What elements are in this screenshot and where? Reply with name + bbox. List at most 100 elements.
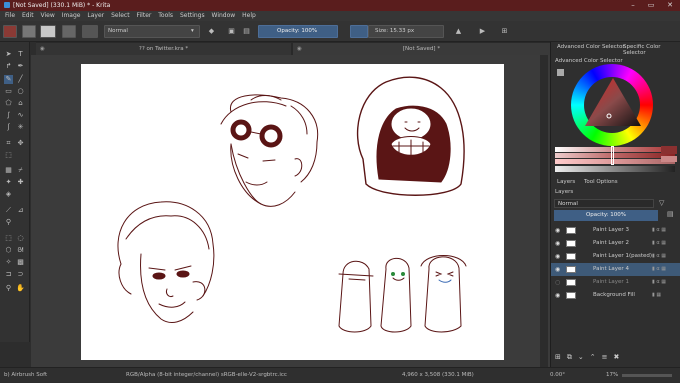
- polyline-tool-icon[interactable]: ⌂: [16, 99, 25, 108]
- layer-row-selected[interactable]: ◉ Paint Layer 4 ▮ α ▦: [551, 263, 680, 276]
- minimize-button[interactable]: –: [624, 0, 642, 11]
- similar-select-icon[interactable]: ▩: [16, 258, 25, 267]
- assistant-tool-icon[interactable]: ⟋: [4, 206, 13, 215]
- line-tool-icon[interactable]: ╱: [16, 75, 25, 84]
- menu-window[interactable]: Window: [212, 11, 236, 21]
- layer-menu-icon[interactable]: ▤: [667, 210, 677, 221]
- menu-file[interactable]: File: [5, 11, 15, 21]
- menu-edit[interactable]: Edit: [22, 11, 34, 21]
- move-down-icon[interactable]: ⌄: [578, 353, 590, 361]
- layer-lock-icon[interactable]: ▮ ▦: [652, 289, 661, 302]
- menu-filter[interactable]: Filter: [137, 11, 152, 21]
- layer-lock-icon[interactable]: ▮ α ▦: [652, 250, 666, 263]
- pan-tool-icon[interactable]: ✋: [16, 284, 25, 293]
- size-slider[interactable]: Size: 15.33 px: [368, 25, 444, 38]
- wrap-icon[interactable]: ⊞: [500, 27, 509, 36]
- menu-view[interactable]: View: [41, 11, 55, 21]
- blend-mode-select[interactable]: Normal ▾: [104, 25, 200, 38]
- layer-row[interactable]: ◉ Background Fill ▮ ▦: [551, 289, 680, 302]
- tab-specific-color-selector[interactable]: Specific Color Selector: [623, 44, 680, 56]
- visibility-eye-icon[interactable]: ◉: [555, 250, 560, 263]
- visibility-eye-icon[interactable]: ◉: [555, 263, 560, 276]
- transform-tool-icon[interactable]: ⬚: [4, 151, 13, 160]
- rectangle-tool-icon[interactable]: ▭: [4, 87, 13, 96]
- layer-row[interactable]: ◉ Paint Layer 2 ▮ α ▦: [551, 237, 680, 250]
- polygon-select-icon[interactable]: ⬡: [4, 246, 13, 255]
- slider-handle[interactable]: [611, 146, 614, 165]
- saturation-slider[interactable]: [555, 153, 675, 158]
- move-tool-icon[interactable]: ✥: [16, 139, 25, 148]
- foreground-color-swatch[interactable]: [22, 25, 36, 38]
- eraser-icon[interactable]: ◆: [207, 27, 216, 36]
- menu-settings[interactable]: Settings: [180, 11, 205, 21]
- tab-not-saved[interactable]: ◉ [Not Saved] *: [293, 43, 550, 55]
- vertical-scrollbar[interactable]: [540, 55, 548, 367]
- text-tool-icon[interactable]: T: [16, 50, 25, 59]
- close-button[interactable]: ✕: [661, 0, 679, 11]
- edit-shape-icon[interactable]: ↱: [4, 62, 13, 71]
- zoom-tool-icon[interactable]: ⚲: [4, 284, 13, 293]
- visibility-eye-icon[interactable]: ◉: [555, 289, 560, 302]
- calligraphy-icon[interactable]: ✒: [16, 62, 25, 71]
- freehand-brush-icon[interactable]: ✎: [4, 75, 13, 84]
- move-up-icon[interactable]: ⌃: [590, 353, 602, 361]
- previous-color-swatch[interactable]: [661, 156, 677, 162]
- canvas-document[interactable]: [81, 64, 504, 360]
- color-picker-icon[interactable]: ⌿: [16, 166, 25, 175]
- brush-preset-button[interactable]: [82, 25, 98, 38]
- multibrush-icon[interactable]: ✳: [16, 123, 25, 132]
- add-layer-icon[interactable]: ⊞: [555, 353, 567, 361]
- filter-icon[interactable]: ▽: [659, 199, 668, 208]
- select-shape-icon[interactable]: ➤: [4, 50, 13, 59]
- layer-lock-icon[interactable]: ▮ α ▦: [652, 237, 666, 250]
- layer-row[interactable]: ◉ Paint Layer 3 ▮ α ▦: [551, 224, 680, 237]
- freehand-path-icon[interactable]: ∿: [16, 111, 25, 120]
- reference-tool-icon[interactable]: ⚲: [4, 218, 13, 227]
- gradient-tool-icon[interactable]: ▦: [4, 166, 13, 175]
- crop-tool-icon[interactable]: ⌗: [4, 139, 13, 148]
- polygon-tool-icon[interactable]: ⬠: [4, 99, 13, 108]
- menu-help[interactable]: Help: [242, 11, 256, 21]
- tab-advanced-color-selector[interactable]: Advanced Color Selector: [557, 44, 625, 50]
- color-triangle[interactable]: [581, 74, 645, 134]
- layer-lock-icon[interactable]: ▮ α ▦: [652, 276, 666, 289]
- layer-opacity-slider[interactable]: Opacity: 100%: [554, 210, 658, 221]
- visibility-eye-icon[interactable]: ○: [555, 276, 560, 289]
- zoom-slider[interactable]: [622, 374, 672, 377]
- maximize-button[interactable]: ▭: [642, 0, 660, 11]
- bezier-select-icon[interactable]: ⊐: [4, 270, 13, 279]
- hue-slider[interactable]: [555, 159, 675, 164]
- settings-icon[interactable]: [557, 69, 564, 76]
- colorize-mask-icon[interactable]: ✦: [4, 178, 13, 187]
- layer-blend-select[interactable]: Normal: [554, 199, 654, 208]
- ellipse-select-icon[interactable]: ◌: [16, 234, 25, 243]
- mirror-horizontal-icon[interactable]: ▲: [454, 27, 463, 36]
- layer-row[interactable]: ◉ Paint Layer 1(pasted) ▮ α ▦: [551, 250, 680, 263]
- gradient-swatch[interactable]: [62, 25, 76, 38]
- delete-layer-icon[interactable]: ✖: [614, 353, 626, 361]
- menu-tools[interactable]: Tools: [158, 11, 173, 21]
- mirror-vertical-icon[interactable]: ▶: [478, 27, 487, 36]
- smart-patch-icon[interactable]: ✚: [16, 178, 25, 187]
- measure-tool-icon[interactable]: ⊿: [16, 206, 25, 215]
- freehand-select-icon[interactable]: ᘛ: [16, 246, 25, 255]
- rotation-value[interactable]: 0.00°: [550, 368, 565, 383]
- visibility-eye-icon[interactable]: ◉: [555, 224, 560, 237]
- visibility-eye-icon[interactable]: ◉: [555, 237, 560, 250]
- layer-row[interactable]: ○ Paint Layer 1 ▮ α ▦: [551, 276, 680, 289]
- lightness-slider[interactable]: [555, 147, 675, 152]
- new-document-button[interactable]: [3, 25, 17, 38]
- pattern-swatch[interactable]: [40, 25, 56, 38]
- rect-select-icon[interactable]: ⬚: [4, 234, 13, 243]
- tab-twitter-document[interactable]: ◉ ?? on Twitter.kra *: [36, 43, 291, 55]
- tab-tool-options[interactable]: Tool Options: [584, 179, 618, 185]
- tab-layers[interactable]: Layers: [557, 179, 575, 185]
- duplicate-layer-icon[interactable]: ⧉: [567, 353, 578, 361]
- menu-select[interactable]: Select: [111, 11, 130, 21]
- layer-lock-icon[interactable]: ▮ α ▦: [652, 224, 666, 237]
- ellipse-tool-icon[interactable]: ○: [16, 87, 25, 96]
- preserve-alpha-icon[interactable]: ▣: [227, 27, 236, 36]
- zoom-value[interactable]: 17%: [606, 368, 618, 383]
- lock-icon[interactable]: ▤: [242, 27, 251, 36]
- properties-icon[interactable]: ≡: [602, 353, 614, 361]
